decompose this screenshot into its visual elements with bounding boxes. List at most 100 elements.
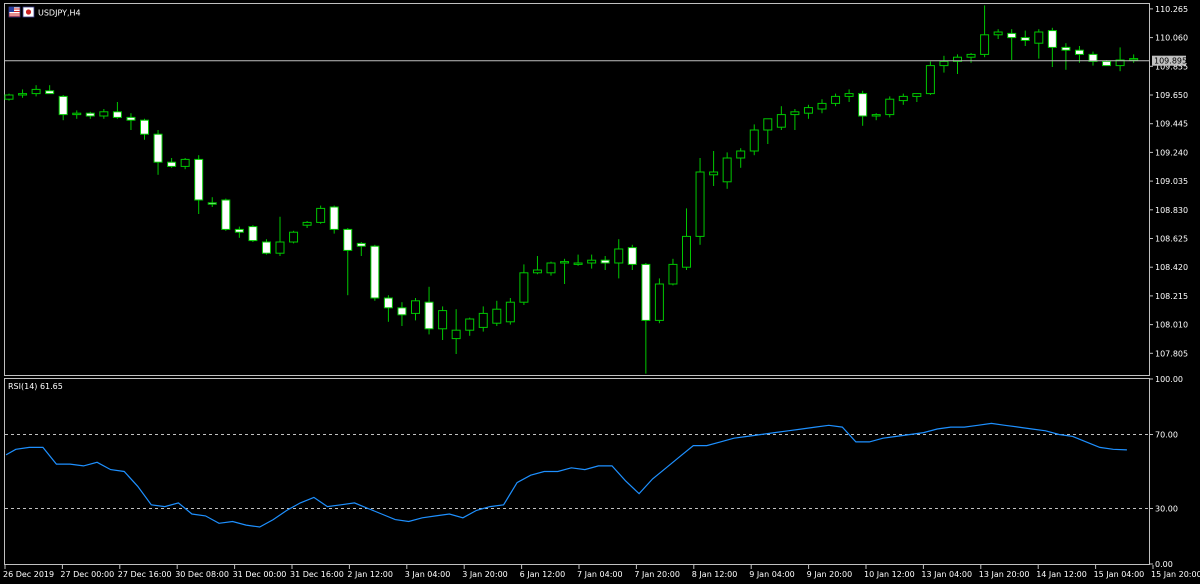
candle-body bbox=[4, 94, 14, 100]
candle-body bbox=[885, 98, 895, 116]
candle-bearish bbox=[370, 244, 380, 301]
candle-body bbox=[167, 161, 177, 167]
candle-bullish bbox=[505, 298, 515, 325]
candle-body bbox=[397, 307, 407, 316]
candle-body bbox=[356, 242, 366, 247]
candle-body bbox=[302, 221, 312, 226]
candle-body bbox=[749, 129, 759, 152]
candle-bullish bbox=[885, 96, 895, 118]
candle-body bbox=[709, 171, 719, 176]
candle-bullish bbox=[4, 93, 14, 101]
candle-body bbox=[438, 310, 448, 330]
price-tick-label: 109.445 bbox=[1155, 120, 1188, 129]
candle-body bbox=[925, 65, 935, 95]
rsi-panel[interactable]: RSI(14) 61.65 bbox=[4, 378, 1150, 565]
candle-body bbox=[966, 53, 976, 58]
candle-body bbox=[898, 95, 908, 102]
chart-canvas[interactable]: USDJPY,H4 110.265110.060109.855109.65010… bbox=[0, 0, 1200, 584]
time-tick-label: 7 Jan 20:00 bbox=[634, 570, 680, 579]
candle-body bbox=[858, 93, 868, 117]
rsi-label: RSI(14) 61.65 bbox=[8, 382, 63, 391]
candle-body bbox=[763, 118, 773, 131]
candle-body bbox=[587, 259, 597, 264]
price-tick-label: 108.215 bbox=[1155, 292, 1188, 301]
candle-body bbox=[939, 60, 949, 67]
candle-body bbox=[478, 312, 488, 328]
candle-body bbox=[126, 116, 136, 121]
candle-body bbox=[803, 107, 813, 114]
time-tick-label: 3 Jan 20:00 bbox=[462, 570, 508, 579]
candle-body bbox=[99, 111, 109, 117]
symbol-label: USDJPY,H4 bbox=[38, 9, 81, 18]
time-tick-label: 13 Jan 20:00 bbox=[979, 570, 1030, 579]
candle-body bbox=[831, 95, 841, 104]
candle-body bbox=[1020, 37, 1030, 41]
candle-body bbox=[654, 283, 664, 321]
candle-body bbox=[844, 93, 854, 97]
symbol-header: USDJPY,H4 bbox=[8, 6, 81, 18]
candle-body bbox=[140, 119, 149, 135]
candle-body bbox=[329, 206, 339, 230]
candle-body bbox=[492, 308, 502, 324]
candle-bullish bbox=[289, 230, 299, 244]
candle-body bbox=[207, 202, 217, 205]
candle-body bbox=[153, 133, 163, 163]
current-price-tag: 109.895 bbox=[1152, 55, 1187, 66]
candle-body bbox=[1061, 46, 1071, 51]
candle-body bbox=[180, 158, 190, 167]
price-tick-label: 108.625 bbox=[1155, 235, 1188, 244]
candle-body bbox=[411, 300, 420, 314]
candle-body bbox=[424, 301, 434, 330]
candle-bullish bbox=[925, 61, 935, 95]
candle-body bbox=[261, 241, 271, 254]
candle-body bbox=[817, 102, 827, 110]
candle-body bbox=[505, 301, 515, 323]
candle-body bbox=[248, 226, 258, 242]
price-tick-label: 109.240 bbox=[1155, 148, 1188, 157]
time-tick-label: 9 Jan 20:00 bbox=[807, 570, 853, 579]
candle-body bbox=[532, 269, 542, 274]
candle-body bbox=[736, 150, 746, 159]
candle-bearish bbox=[261, 239, 271, 255]
candle-body bbox=[72, 112, 82, 116]
candle-body bbox=[58, 95, 68, 116]
price-tick-label: 107.805 bbox=[1155, 349, 1188, 358]
candle-body bbox=[560, 261, 570, 264]
time-tick-label: 26 Dec 2019 bbox=[3, 570, 54, 579]
candle-body bbox=[465, 318, 475, 331]
candle-body bbox=[451, 329, 461, 340]
time-tick-label: 8 Jan 12:00 bbox=[692, 570, 738, 579]
candle-body bbox=[275, 241, 285, 254]
candle-body bbox=[194, 158, 204, 201]
time-tick-label: 2 Jan 12:00 bbox=[347, 570, 393, 579]
time-tick-label: 9 Jan 04:00 bbox=[749, 570, 795, 579]
candle-body bbox=[573, 262, 583, 265]
time-axis: 26 Dec 2019 27 Dec 00:00 27 Dec 16:00 30 De… bbox=[3, 565, 1200, 579]
candle-body bbox=[1129, 58, 1139, 61]
candle-body bbox=[112, 111, 122, 118]
candle-bearish bbox=[329, 205, 339, 234]
candle-body bbox=[383, 297, 393, 309]
candle-body bbox=[221, 199, 231, 230]
price-panel[interactable] bbox=[4, 3, 1150, 376]
candle-body bbox=[695, 171, 705, 237]
time-tick-label: 10 Jan 12:00 bbox=[864, 570, 915, 579]
candle-body bbox=[85, 112, 95, 117]
candle-body bbox=[790, 111, 800, 116]
candle-body bbox=[343, 228, 353, 251]
candle-body bbox=[668, 263, 678, 285]
rsi-tick-label: 70.00 bbox=[1155, 431, 1178, 440]
candle-body bbox=[18, 93, 28, 96]
candle-body bbox=[980, 34, 990, 55]
candle-bullish bbox=[654, 278, 664, 324]
candle-body bbox=[627, 247, 637, 265]
time-tick-label: 15 Jan 20:00 bbox=[1151, 570, 1200, 579]
time-tick-label: 14 Jan 12:00 bbox=[1036, 570, 1087, 579]
candle-body bbox=[614, 248, 624, 264]
candle-bullish bbox=[316, 205, 326, 224]
jp-flag-icon bbox=[22, 6, 35, 18]
candle-body bbox=[993, 31, 1003, 36]
time-tick-label: 31 Dec 00:00 bbox=[233, 570, 287, 579]
candle-body bbox=[45, 90, 55, 95]
price-tick-label: 110.265 bbox=[1155, 5, 1188, 14]
